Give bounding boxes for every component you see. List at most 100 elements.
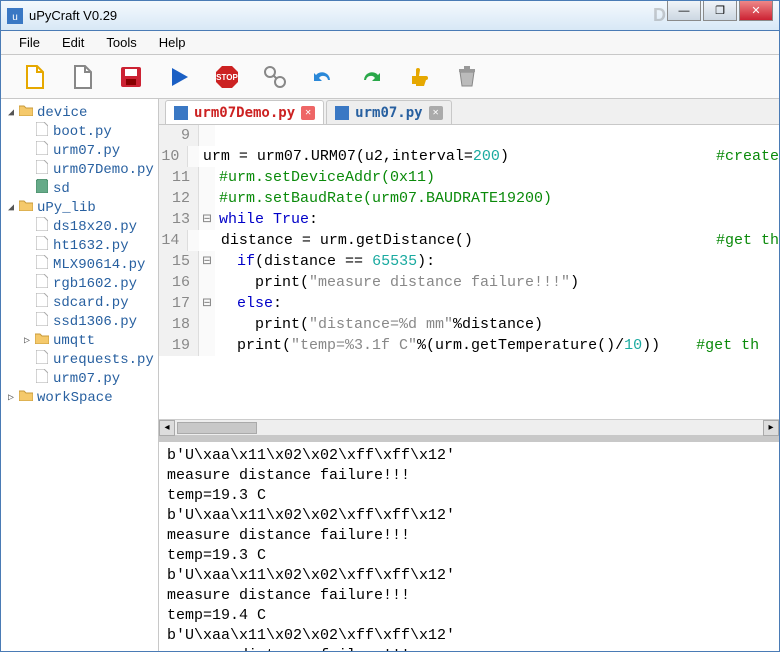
open-file-icon[interactable] [67, 61, 99, 93]
tree-file-sd[interactable]: sd [1, 179, 158, 198]
fold-icon[interactable]: ⊟ [199, 251, 215, 272]
tree-file-sdcard-py[interactable]: sdcard.py [1, 293, 158, 312]
fold-icon[interactable]: ⊟ [199, 209, 215, 230]
tree-folder-workSpace[interactable]: ▷ workSpace [1, 388, 158, 407]
tree-file-urm07-py[interactable]: urm07.py [1, 141, 158, 160]
code-line[interactable]: 14 distance = urm.getDistance() #get th [159, 230, 779, 251]
tree-label: umqtt [51, 333, 95, 349]
tree-expand-icon[interactable]: ▷ [21, 335, 33, 347]
tree-label: sd [51, 181, 70, 197]
file-tree[interactable]: ◢deviceboot.pyurm07.pyurm07Demo.pysd◢uPy… [1, 99, 159, 651]
file-icon [33, 350, 51, 369]
menu-help[interactable]: Help [149, 32, 196, 53]
code-text: distance = urm.getDistance() #get th [199, 230, 779, 251]
minimize-button[interactable]: — [667, 1, 701, 21]
fold-icon [199, 188, 215, 209]
file-icon [33, 369, 51, 388]
line-number: 16 [159, 272, 199, 293]
file-icon [33, 122, 51, 141]
line-number: 9 [159, 125, 199, 146]
editor-hscrollbar[interactable]: ◂▸ [159, 419, 779, 435]
file-icon [33, 160, 51, 179]
code-line[interactable]: 16 print("measure distance failure!!!") [159, 272, 779, 293]
thumb-icon[interactable] [403, 61, 435, 93]
file-icon [33, 217, 51, 236]
fold-icon [199, 314, 215, 335]
tree-file-ds18x20-py[interactable]: ds18x20.py [1, 217, 158, 236]
run-icon[interactable] [163, 61, 195, 93]
tree-label: ssd1306.py [51, 314, 137, 330]
console-output[interactable]: b'U\xaa\x11\x02\x02\xff\xff\x12' measure… [159, 441, 779, 651]
tree-label: urm07.py [51, 143, 120, 159]
tree-folder-umqtt[interactable]: ▷ umqtt [1, 331, 158, 350]
tree-expand-icon[interactable]: ▷ [5, 392, 17, 404]
tabbar: urm07Demo.py ✕ urm07.py ✕ [159, 99, 779, 125]
tree-file-urm07Demo-py[interactable]: urm07Demo.py [1, 160, 158, 179]
tree-file-ht1632-py[interactable]: ht1632.py [1, 236, 158, 255]
code-line[interactable]: 18 print("distance=%d mm"%distance) [159, 314, 779, 335]
fold-icon [199, 167, 215, 188]
python-file-icon [335, 106, 349, 120]
tree-file-urequests-py[interactable]: urequests.py [1, 350, 158, 369]
toolbar: STOP [1, 55, 779, 99]
tree-file-rgb1602-py[interactable]: rgb1602.py [1, 274, 158, 293]
tree-file-urm07-py[interactable]: urm07.py [1, 369, 158, 388]
line-number: 10 [159, 146, 188, 167]
tree-folder-device[interactable]: ◢device [1, 103, 158, 122]
code-text: urm = urm07.URM07(u2,interval=200) #crea… [199, 146, 779, 167]
file-icon [33, 141, 51, 160]
new-file-icon[interactable] [19, 61, 51, 93]
close-button[interactable]: ✕ [739, 1, 773, 21]
close-icon[interactable]: ✕ [429, 106, 443, 120]
code-line[interactable]: 17⊟ else: [159, 293, 779, 314]
code-editor[interactable]: 910 urm = urm07.URM07(u2,interval=200) #c… [159, 125, 779, 419]
folder-icon [17, 389, 35, 406]
tree-label: MLX90614.py [51, 257, 145, 273]
menu-edit[interactable]: Edit [52, 32, 94, 53]
file-icon [33, 312, 51, 331]
tree-expand-icon[interactable]: ◢ [5, 202, 17, 214]
line-number: 12 [159, 188, 199, 209]
app-icon: u [7, 8, 23, 24]
close-icon[interactable]: ✕ [301, 106, 315, 120]
folder-icon [17, 199, 35, 216]
menu-file[interactable]: File [9, 32, 50, 53]
tab-urm07demo[interactable]: urm07Demo.py ✕ [165, 100, 324, 124]
code-text: print("measure distance failure!!!") [215, 272, 779, 293]
redo-icon[interactable] [355, 61, 387, 93]
menu-tools[interactable]: Tools [96, 32, 146, 53]
line-number: 11 [159, 167, 199, 188]
trash-icon[interactable] [451, 61, 483, 93]
code-line[interactable]: 19 print("temp=%3.1f C"%(urm.getTemperat… [159, 335, 779, 356]
file-icon [33, 274, 51, 293]
tree-label: boot.py [51, 124, 112, 140]
code-line[interactable]: 11#urm.setDeviceAddr(0x11) [159, 167, 779, 188]
code-text: while True: [215, 209, 779, 230]
tree-file-MLX90614-py[interactable]: MLX90614.py [1, 255, 158, 274]
tree-label: workSpace [35, 390, 113, 406]
connect-icon[interactable] [259, 61, 291, 93]
save-icon[interactable] [115, 61, 147, 93]
tree-label: rgb1602.py [51, 276, 137, 292]
tree-file-boot-py[interactable]: boot.py [1, 122, 158, 141]
tab-label: urm07Demo.py [194, 105, 295, 121]
stop-icon[interactable]: STOP [211, 61, 243, 93]
code-line[interactable]: 13⊟while True: [159, 209, 779, 230]
file-icon [33, 236, 51, 255]
tree-expand-icon[interactable]: ◢ [5, 107, 17, 119]
fold-icon[interactable]: ⊟ [199, 293, 215, 314]
folder-icon [17, 104, 35, 121]
line-number: 17 [159, 293, 199, 314]
maximize-button[interactable]: ❐ [703, 1, 737, 21]
code-line[interactable]: 9 [159, 125, 779, 146]
fold-icon [188, 146, 199, 167]
tab-urm07[interactable]: urm07.py ✕ [326, 100, 451, 124]
code-line[interactable]: 12#urm.setBaudRate(urm07.BAUDRATE19200) [159, 188, 779, 209]
code-line[interactable]: 10 urm = urm07.URM07(u2,interval=200) #cr… [159, 146, 779, 167]
undo-icon[interactable] [307, 61, 339, 93]
tree-file-ssd1306-py[interactable]: ssd1306.py [1, 312, 158, 331]
code-line[interactable]: 15⊟ if(distance == 65535): [159, 251, 779, 272]
tree-folder-uPy_lib[interactable]: ◢uPy_lib [1, 198, 158, 217]
file-icon [33, 255, 51, 274]
code-text: else: [215, 293, 779, 314]
